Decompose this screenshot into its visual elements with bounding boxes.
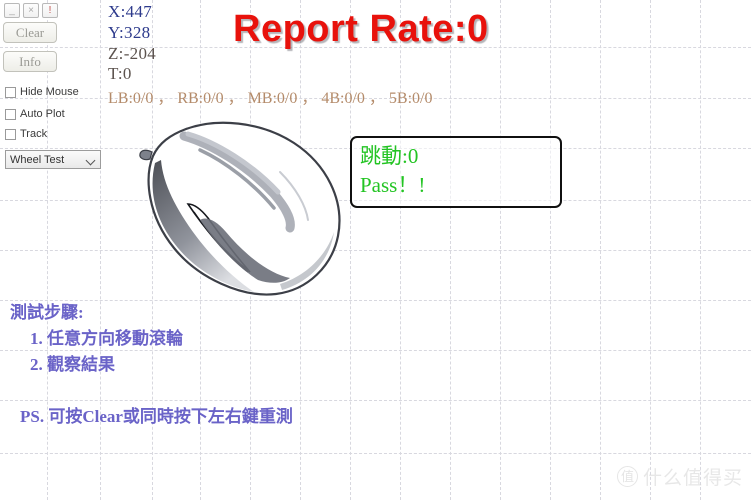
instructions-step-2: 2. 觀察結果 (30, 355, 115, 374)
info-button[interactable]: Info (3, 51, 57, 72)
watermark-badge-icon: 值 (616, 466, 638, 487)
readout-button-states: LB:0/0 ， RB:0/0 ， MB:0/0 ， 4B:0/0 ， 5B:0… (108, 90, 433, 107)
instructions-step-1: 1. 任意方向移動滾輪 (30, 329, 183, 348)
instructions-postscript: PS. 可按Clear或同時按下左右鍵重測 (20, 407, 293, 426)
checkbox-box[interactable] (5, 86, 16, 98)
mouse-illustration (139, 121, 341, 296)
bottom-divider (0, 453, 751, 454)
checkbox-label: Track (20, 128, 48, 140)
checkbox-label: Auto Plot (20, 108, 65, 120)
readout-y: Y:328 (108, 23, 151, 42)
watermark-text: 什么值得买 (642, 468, 743, 489)
instructions-block: 測試步驟: 1. 任意方向移動滾輪 2. 觀察結果 PS. 可按Clear或同時… (10, 300, 440, 430)
jitter-count: 跳動:0 (360, 144, 419, 168)
clear-button[interactable]: Clear (3, 22, 57, 43)
test-mode-value: Wheel Test (10, 153, 65, 166)
watermark: 值 什么值得买 (616, 463, 743, 490)
chevron-down-icon (86, 155, 96, 165)
result-panel: 跳動:0 Pass！! (350, 136, 562, 208)
instructions-heading: 測試步驟: (10, 303, 84, 322)
checkbox-track[interactable]: Track (5, 128, 47, 140)
checkbox-box[interactable] (5, 128, 16, 140)
mouse-test-application: _ × ! Clear Info Hide Mouse Auto Plot Tr… (0, 0, 751, 500)
test-mode-dropdown[interactable]: Wheel Test (5, 150, 101, 169)
checkbox-hide-mouse[interactable]: Hide Mouse (5, 86, 79, 98)
checkbox-label: Hide Mouse (20, 86, 79, 98)
readout-z: Z:-204 (108, 44, 157, 63)
readout-t: T:0 (108, 64, 132, 83)
report-rate-title: Report Rate:0 (233, 8, 489, 50)
minimize-icon[interactable]: _ (4, 3, 20, 18)
info-icon[interactable]: ! (42, 3, 58, 18)
checkbox-auto-plot[interactable]: Auto Plot (5, 108, 65, 120)
readout-x: X:447 (108, 2, 152, 21)
pass-status: Pass！! (360, 173, 426, 197)
close-icon[interactable]: × (23, 3, 39, 18)
window-control-group: _ × ! (4, 3, 58, 18)
checkbox-box[interactable] (5, 108, 16, 120)
